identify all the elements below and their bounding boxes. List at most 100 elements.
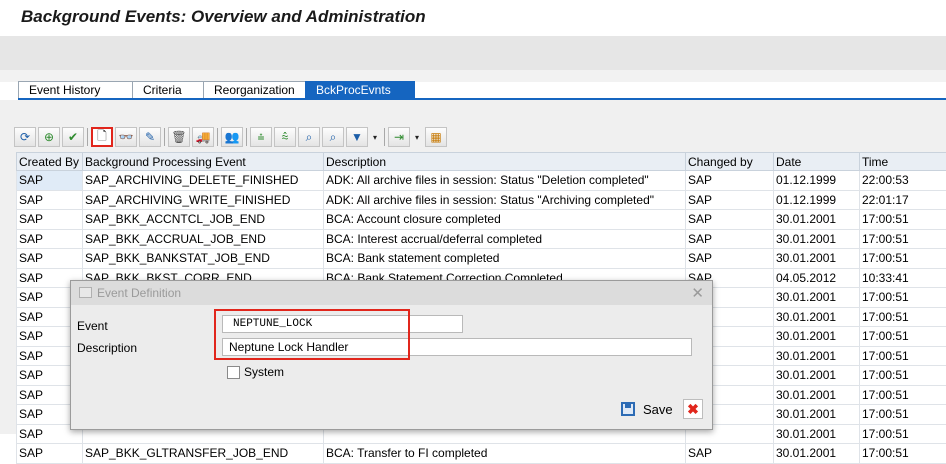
- tab-bckprocevnts[interactable]: BckProcEvnts: [305, 81, 415, 99]
- table-cell[interactable]: 01.12.1999: [774, 190, 860, 210]
- table-cell[interactable]: 01.12.1999: [774, 171, 860, 191]
- table-cell[interactable]: 17:00:51: [860, 346, 946, 366]
- close-icon: ✖: [687, 401, 699, 418]
- table-cell[interactable]: 17:00:51: [860, 288, 946, 308]
- table-cell[interactable]: SAP_BKK_ACCRUAL_JOB_END: [83, 229, 324, 249]
- column-header-date[interactable]: Date: [774, 153, 860, 171]
- table-cell[interactable]: SAP: [686, 190, 774, 210]
- table-cell[interactable]: ADK: All archive files in session: Statu…: [324, 190, 686, 210]
- table-cell[interactable]: SAP: [686, 171, 774, 191]
- table-row[interactable]: SAPSAP_BKK_BANKSTAT_JOB_ENDBCA: Bank sta…: [17, 249, 946, 269]
- tab-strip: Event History Criteria Reorganization Bc…: [18, 81, 414, 98]
- tab-event-history[interactable]: Event History: [18, 81, 133, 99]
- table-cell[interactable]: 17:00:51: [860, 229, 946, 249]
- table-cell[interactable]: 17:00:51: [860, 405, 946, 425]
- table-cell[interactable]: BCA: Interest accrual/deferral completed: [324, 229, 686, 249]
- find-icon[interactable]: ⌕: [298, 127, 320, 147]
- table-row[interactable]: SAPSAP_ARCHIVING_WRITE_FINISHEDADK: All …: [17, 190, 946, 210]
- edit-icon[interactable]: ✎: [139, 127, 161, 147]
- display-icon[interactable]: 👓: [115, 127, 137, 147]
- table-cell[interactable]: SAP: [686, 229, 774, 249]
- table-cell[interactable]: SAP: [17, 190, 83, 210]
- table-cell[interactable]: SAP_BKK_GLTRANSFER_JOB_END: [83, 444, 324, 464]
- sort-ascending-icon[interactable]: ⩮: [250, 127, 272, 147]
- tab-underline: [18, 98, 946, 100]
- table-cell[interactable]: 30.01.2001: [774, 288, 860, 308]
- table-row[interactable]: SAPSAP_BKK_GLTRANSFER_JOB_ENDBCA: Transf…: [17, 444, 946, 464]
- column-header-changed-by[interactable]: Changed by: [686, 153, 774, 171]
- table-cell[interactable]: 30.01.2001: [774, 229, 860, 249]
- table-cell[interactable]: 30.01.2001: [774, 366, 860, 386]
- find-next-icon[interactable]: ⌕: [322, 127, 344, 147]
- column-header-description[interactable]: Description: [324, 153, 686, 171]
- sort-descending-icon[interactable]: ⩯: [274, 127, 296, 147]
- table-cell[interactable]: BCA: Bank statement completed: [324, 249, 686, 269]
- table-cell[interactable]: SAP_ARCHIVING_DELETE_FINISHED: [83, 171, 324, 191]
- table-cell[interactable]: SAP: [686, 210, 774, 230]
- table-cell[interactable]: SAP: [17, 444, 83, 464]
- tab-reorganization[interactable]: Reorganization: [203, 81, 306, 99]
- check-all-icon[interactable]: ✔: [62, 127, 84, 147]
- layout-icon[interactable]: ▦: [425, 127, 447, 147]
- event-definition-dialog: Event Definition ✕ Event NEPTUNE_LOCK De…: [70, 280, 713, 430]
- system-checkbox[interactable]: [227, 366, 240, 379]
- table-cell[interactable]: 30.01.2001: [774, 385, 860, 405]
- table-cell[interactable]: 22:00:53: [860, 171, 946, 191]
- table-cell[interactable]: SAP: [17, 229, 83, 249]
- table-cell[interactable]: SAP_BKK_BANKSTAT_JOB_END: [83, 249, 324, 269]
- table-cell[interactable]: ADK: All archive files in session: Statu…: [324, 171, 686, 191]
- table-cell[interactable]: 30.01.2001: [774, 249, 860, 269]
- table-cell[interactable]: SAP: [686, 249, 774, 269]
- dialog-title-bar: Event Definition ✕: [71, 281, 712, 305]
- table-row[interactable]: SAPSAP_BKK_ACCNTCL_JOB_ENDBCA: Account c…: [17, 210, 946, 230]
- table-cell[interactable]: SAP: [17, 210, 83, 230]
- table-cell[interactable]: 17:00:51: [860, 366, 946, 386]
- toolbar-separator: [164, 128, 165, 146]
- table-cell[interactable]: 30.01.2001: [774, 405, 860, 425]
- create-icon[interactable]: 🗋: [91, 127, 113, 147]
- table-cell[interactable]: 30.01.2001: [774, 346, 860, 366]
- table-cell[interactable]: 30.01.2001: [774, 210, 860, 230]
- table-cell[interactable]: 17:00:51: [860, 307, 946, 327]
- check-icon[interactable]: ⊕: [38, 127, 60, 147]
- chevron-down-icon[interactable]: ▾: [370, 127, 380, 147]
- column-header-time[interactable]: Time: [860, 153, 946, 171]
- application-toolbar: [0, 36, 946, 70]
- export-icon[interactable]: ⇥: [388, 127, 410, 147]
- description-label: Description: [77, 341, 137, 355]
- table-cell[interactable]: 17:00:51: [860, 385, 946, 405]
- close-icon[interactable]: ✕: [691, 284, 704, 302]
- table-cell[interactable]: 10:33:41: [860, 268, 946, 288]
- table-cell[interactable]: 22:01:17: [860, 190, 946, 210]
- table-cell[interactable]: 30.01.2001: [774, 444, 860, 464]
- where-used-icon[interactable]: 👥: [221, 127, 243, 147]
- table-cell[interactable]: 30.01.2001: [774, 307, 860, 327]
- save-icon: [621, 402, 635, 416]
- transport-icon[interactable]: 🚚: [192, 127, 214, 147]
- filter-icon[interactable]: ▼: [346, 127, 368, 147]
- table-cell[interactable]: 17:00:51: [860, 249, 946, 269]
- table-cell[interactable]: SAP: [17, 171, 83, 191]
- column-header-created-by[interactable]: Created By: [17, 153, 83, 171]
- table-row[interactable]: SAPSAP_ARCHIVING_DELETE_FINISHEDADK: All…: [17, 171, 946, 191]
- chevron-down-icon[interactable]: ▾: [412, 127, 422, 147]
- tab-criteria[interactable]: Criteria: [132, 81, 204, 99]
- table-cell[interactable]: 17:00:51: [860, 210, 946, 230]
- table-cell[interactable]: SAP_ARCHIVING_WRITE_FINISHED: [83, 190, 324, 210]
- table-cell[interactable]: SAP_BKK_ACCNTCL_JOB_END: [83, 210, 324, 230]
- table-cell[interactable]: 17:00:51: [860, 444, 946, 464]
- table-cell[interactable]: BCA: Account closure completed: [324, 210, 686, 230]
- table-cell[interactable]: BCA: Transfer to FI completed: [324, 444, 686, 464]
- table-cell[interactable]: 17:00:51: [860, 327, 946, 347]
- cancel-button[interactable]: ✖: [683, 399, 703, 419]
- table-cell[interactable]: 04.05.2012: [774, 268, 860, 288]
- table-row[interactable]: SAPSAP_BKK_ACCRUAL_JOB_ENDBCA: Interest …: [17, 229, 946, 249]
- refresh-icon[interactable]: ⟳: [14, 127, 36, 147]
- delete-icon[interactable]: 🗑: [168, 127, 190, 147]
- save-button[interactable]: Save: [619, 399, 679, 419]
- table-cell[interactable]: 30.01.2001: [774, 327, 860, 347]
- system-label: System: [244, 365, 284, 379]
- column-header-event[interactable]: Background Processing Event: [83, 153, 324, 171]
- table-cell[interactable]: SAP: [686, 444, 774, 464]
- table-cell[interactable]: SAP: [17, 249, 83, 269]
